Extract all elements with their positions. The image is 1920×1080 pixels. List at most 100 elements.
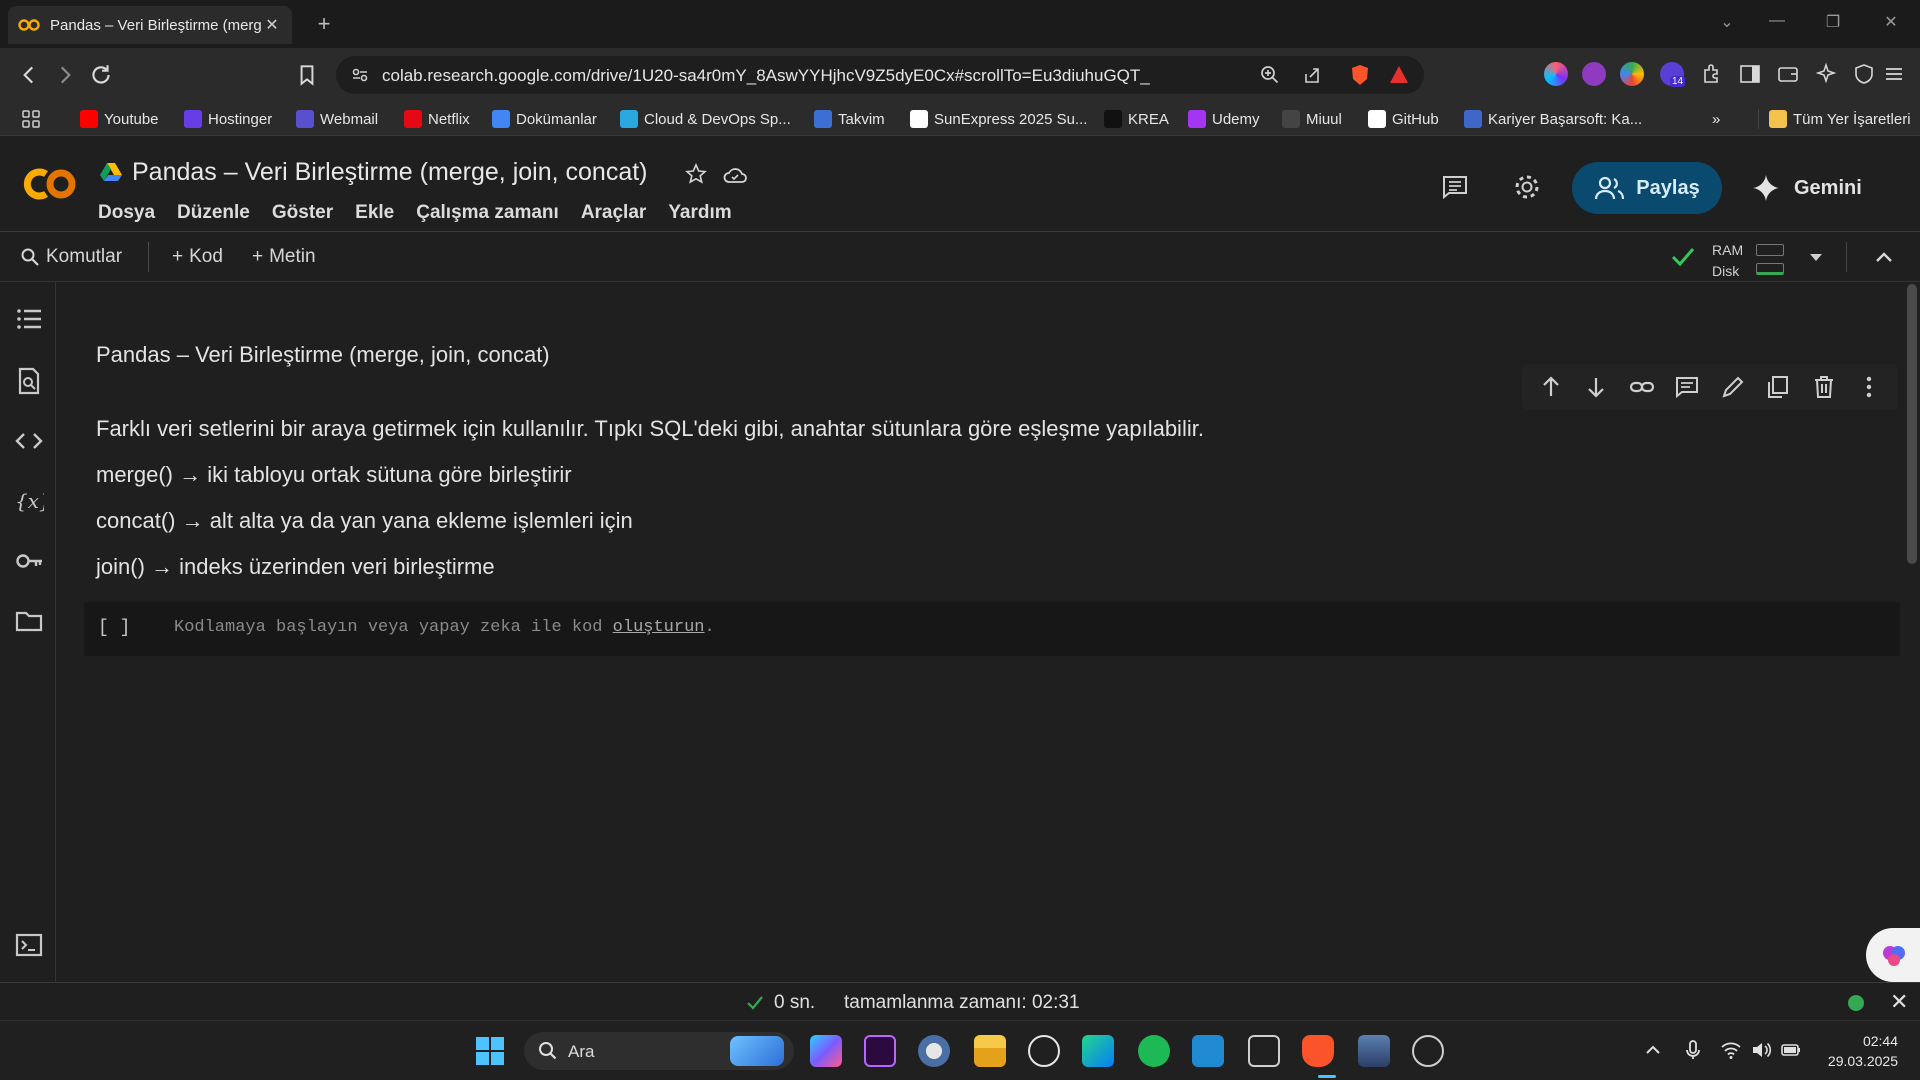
menu-file[interactable]: Dosya	[98, 202, 155, 224]
system-clock[interactable]: 02:44 29.03.2025	[1818, 1031, 1898, 1071]
mirror-cell-icon[interactable]	[1765, 374, 1791, 400]
secrets-key-icon[interactable]	[14, 546, 44, 576]
notebook-title[interactable]: Pandas – Veri Birleştirme (merge, join, …	[132, 158, 648, 187]
code-cell[interactable]: [ ] Kodlamaya başlayın veya yapay zeka i…	[84, 602, 1900, 656]
run-cell-button[interactable]: [ ]	[98, 618, 130, 638]
move-cell-down-icon[interactable]	[1583, 374, 1609, 400]
extension-4-icon[interactable]: 14	[1660, 62, 1686, 87]
files-folder-icon[interactable]	[14, 606, 44, 636]
wallet-icon[interactable]	[1776, 62, 1800, 86]
bookmark-icon[interactable]	[294, 62, 320, 88]
star-icon[interactable]	[684, 162, 708, 186]
colab-logo-icon[interactable]	[20, 166, 78, 202]
wifi-icon[interactable]	[1720, 1039, 1742, 1061]
runtime-dropdown-icon[interactable]	[1808, 250, 1824, 264]
cloud-saved-icon[interactable]	[722, 164, 748, 186]
bookmark-item[interactable]: SunExpress 2025 Su...	[910, 109, 1087, 129]
find-replace-icon[interactable]	[14, 366, 44, 396]
all-bookmarks-button[interactable]: Tüm Yer İşaretleri	[1758, 109, 1911, 129]
bookmark-item[interactable]: Dokümanlar	[492, 109, 597, 129]
back-icon[interactable]	[16, 62, 42, 88]
bookmark-item[interactable]: Netflix	[404, 109, 470, 129]
bookmark-item[interactable]: Kariyer Başarsoft: Ka...	[1464, 109, 1642, 129]
apps-grid-icon[interactable]	[20, 109, 42, 129]
obs-icon[interactable]	[1412, 1035, 1444, 1067]
file-explorer-icon[interactable]	[974, 1035, 1006, 1067]
copilot-icon[interactable]	[810, 1035, 842, 1067]
close-status-icon[interactable]: ✕	[1890, 989, 1908, 1015]
share-page-icon[interactable]	[1302, 65, 1322, 85]
delete-trash-icon[interactable]	[1811, 374, 1837, 400]
menu-view[interactable]: Göster	[272, 202, 333, 224]
commands-button[interactable]: Komutlar	[20, 246, 122, 268]
bookmark-item[interactable]: Udemy	[1188, 109, 1260, 129]
extensions-puzzle-icon[interactable]	[1700, 62, 1724, 86]
menu-insert[interactable]: Ekle	[355, 202, 394, 224]
menu-help[interactable]: Yardım	[668, 202, 731, 224]
settings-app-icon[interactable]	[918, 1035, 950, 1067]
menu-runtime[interactable]: Çalışma zamanı	[416, 202, 559, 224]
menu-edit[interactable]: Düzenle	[177, 202, 250, 224]
vpn-shield-icon[interactable]	[1852, 62, 1876, 86]
add-text-button[interactable]: + Metin	[252, 246, 316, 268]
extension-3-icon[interactable]	[1620, 62, 1644, 86]
minimize-button[interactable]: —	[1762, 12, 1792, 36]
premiere-pro-icon[interactable]	[864, 1035, 896, 1067]
bookmark-item[interactable]: Hostinger	[184, 109, 272, 129]
share-button[interactable]: Paylaş	[1572, 162, 1722, 214]
code-snippets-icon[interactable]	[14, 426, 44, 456]
add-comment-icon[interactable]	[1674, 374, 1700, 400]
close-window-button[interactable]: ✕	[1876, 12, 1906, 36]
notebook-scrollbar[interactable]	[1904, 282, 1920, 982]
scrollbar-thumb[interactable]	[1907, 284, 1917, 564]
extension-2-icon[interactable]	[1582, 62, 1606, 86]
table-of-contents-icon[interactable]	[14, 304, 44, 334]
battery-icon[interactable]	[1780, 1039, 1802, 1061]
resource-monitor[interactable]: RAM Disk	[1712, 240, 1743, 282]
sidebar-toggle-icon[interactable]	[1738, 62, 1762, 86]
microphone-icon[interactable]	[1682, 1039, 1704, 1061]
site-settings-icon[interactable]	[350, 65, 370, 85]
browser-menu-icon[interactable]	[1882, 62, 1906, 86]
settings-gear-icon[interactable]	[1512, 172, 1542, 202]
zoom-icon[interactable]	[1260, 65, 1280, 85]
google-drive-icon[interactable]	[100, 162, 122, 182]
ai-assistant-bubble[interactable]	[1866, 928, 1920, 982]
brave-shields-icon[interactable]	[1348, 63, 1372, 87]
tray-overflow-icon[interactable]	[1642, 1039, 1664, 1061]
browser-tab-active[interactable]: Pandas – Veri Birleştirme (merg ✕	[8, 6, 292, 44]
collapse-header-icon[interactable]	[1872, 246, 1896, 268]
bookmark-item[interactable]: Webmail	[296, 109, 378, 129]
variables-icon[interactable]: {x}	[14, 486, 44, 516]
bookmark-item[interactable]: Youtube	[80, 109, 159, 129]
brave-browser-icon[interactable]	[1302, 1035, 1334, 1067]
bookmarks-overflow-icon[interactable]: »	[1712, 109, 1720, 129]
edit-pencil-icon[interactable]	[1720, 374, 1746, 400]
bookmark-item[interactable]: Cloud & DevOps Sp...	[620, 109, 791, 129]
unity-icon[interactable]	[1248, 1035, 1280, 1067]
address-bar[interactable]: colab.research.google.com/drive/1U20-sa4…	[336, 56, 1424, 94]
remote-desktop-icon[interactable]	[1358, 1035, 1390, 1067]
bookmark-item[interactable]: Takvim	[814, 109, 885, 129]
volume-icon[interactable]	[1750, 1039, 1772, 1061]
add-code-button[interactable]: + Kod	[172, 246, 223, 268]
code-cell-placeholder[interactable]: Kodlamaya başlayın veya yapay zeka ile k…	[174, 618, 715, 637]
windows-start-icon[interactable]	[474, 1035, 506, 1067]
tab-search-chevron-icon[interactable]: ⌄	[1712, 12, 1742, 36]
menu-tools[interactable]: Araçlar	[581, 202, 647, 224]
vscode-icon[interactable]	[1192, 1035, 1224, 1067]
forward-icon[interactable]	[52, 62, 78, 88]
move-cell-up-icon[interactable]	[1538, 374, 1564, 400]
taskbar-search[interactable]: Ara	[524, 1032, 794, 1070]
completion-time[interactable]: tamamlanma zamanı: 02:31	[844, 992, 1080, 1014]
tab-close-icon[interactable]: ✕	[262, 15, 282, 35]
comments-icon[interactable]	[1440, 172, 1470, 202]
bookmark-item[interactable]: GitHub	[1368, 109, 1439, 129]
chatgpt-icon[interactable]	[1028, 1035, 1060, 1067]
link-icon[interactable]	[1629, 374, 1655, 400]
gemini-button[interactable]: Gemini	[1752, 162, 1882, 214]
brave-rewards-icon[interactable]	[1388, 64, 1410, 86]
generate-code-link[interactable]: oluşturun	[613, 618, 705, 637]
more-options-icon[interactable]	[1856, 374, 1882, 400]
bookmark-item[interactable]: KREA	[1104, 109, 1169, 129]
